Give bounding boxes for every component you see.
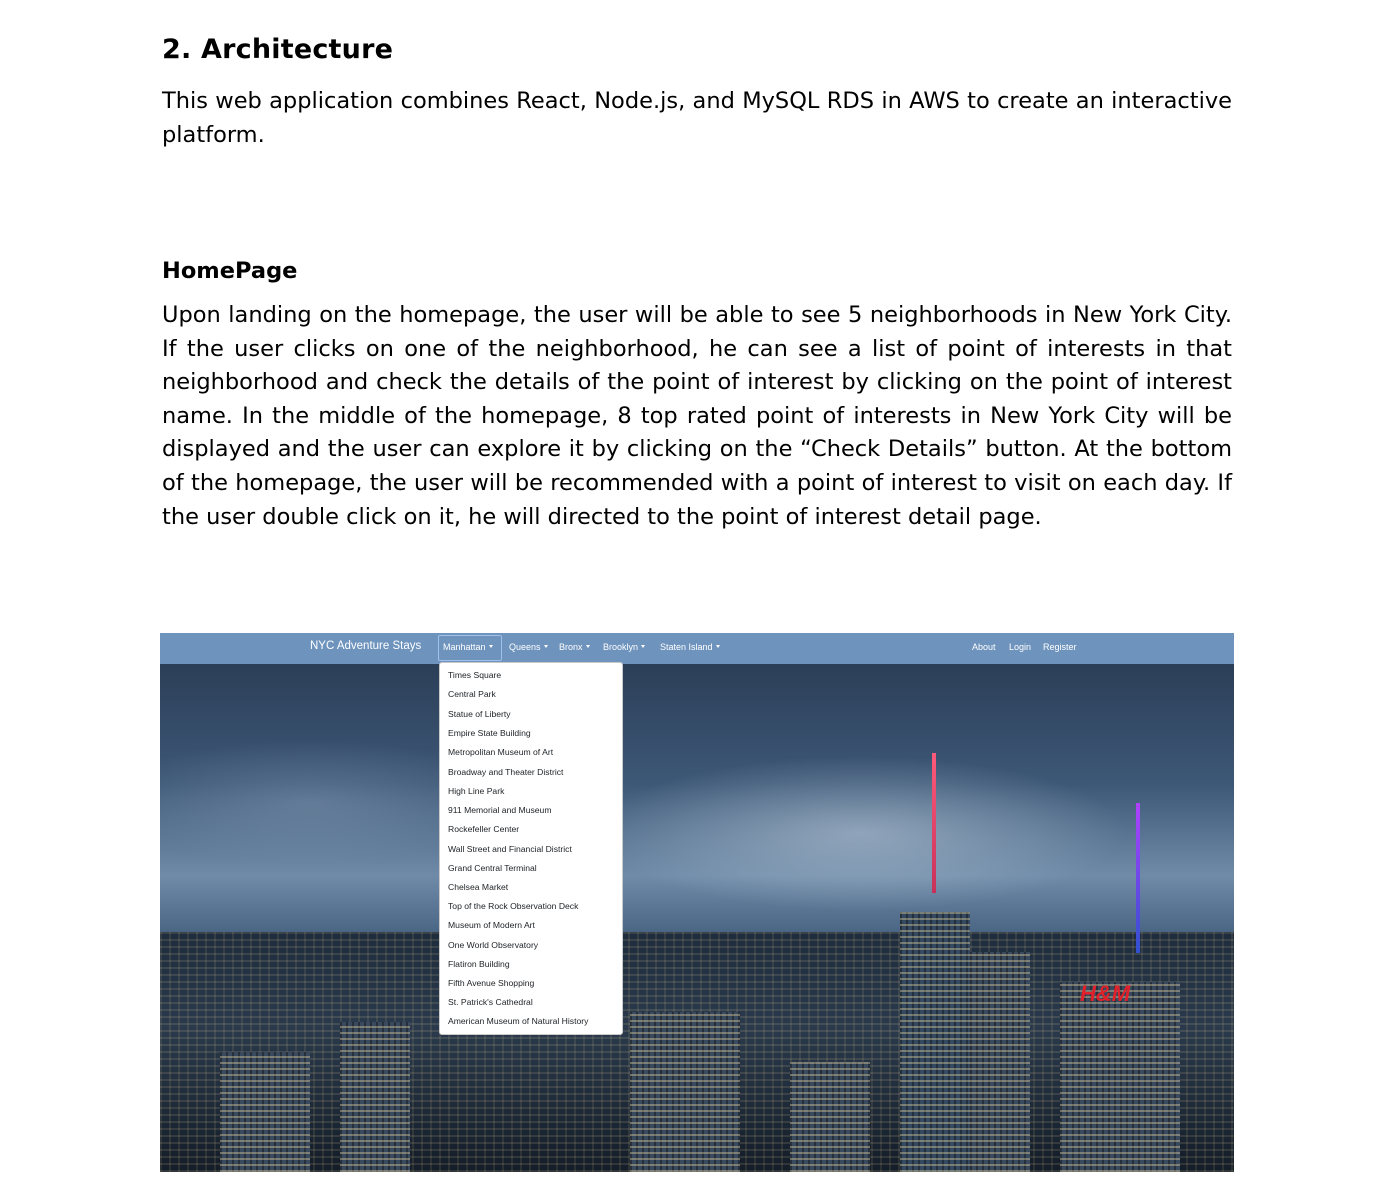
spire-light: [1136, 803, 1140, 953]
building: [220, 1052, 310, 1172]
brand-link[interactable]: NYC Adventure Stays: [310, 640, 421, 652]
building: [900, 912, 970, 1172]
nav-link-about[interactable]: About: [972, 642, 996, 652]
dropdown-item[interactable]: 911 Memorial and Museum: [448, 805, 552, 815]
building: [340, 1022, 410, 1172]
section-heading: 2. Architecture: [162, 34, 394, 65]
dropdown-item[interactable]: High Line Park: [448, 786, 504, 796]
nav-menu-manhattan[interactable]: Manhattan: [443, 642, 493, 652]
store-sign: H&M: [1080, 981, 1131, 1006]
nav-menu-label: Staten Island: [660, 642, 713, 652]
nav-menu-bronx[interactable]: Bronx: [559, 642, 590, 652]
dropdown-item[interactable]: Grand Central Terminal: [448, 863, 537, 873]
homepage-heading: HomePage: [162, 258, 298, 284]
dropdown-item[interactable]: Broadway and Theater District: [448, 767, 563, 777]
nav-menu-label: Manhattan: [443, 642, 486, 652]
caret-down-icon: [715, 645, 720, 648]
dropdown-item[interactable]: One World Observatory: [448, 940, 538, 950]
homepage-screenshot: H&M NYC Adventure Stays Manhattan Queens…: [160, 633, 1234, 1172]
nav-menu-label: Bronx: [559, 642, 583, 652]
building: [790, 1062, 870, 1172]
nav-menu-label: Brooklyn: [603, 642, 639, 652]
dropdown-item[interactable]: Empire State Building: [448, 728, 531, 738]
dropdown-item[interactable]: Times Square: [448, 670, 501, 680]
dropdown-item[interactable]: American Museum of Natural History: [448, 1016, 588, 1026]
manhattan-dropdown-menu: Times Square Central Park Statue of Libe…: [439, 662, 623, 1035]
nav-menu-brooklyn[interactable]: Brooklyn: [603, 642, 646, 652]
dropdown-item[interactable]: Wall Street and Financial District: [448, 844, 572, 854]
nav-menu-label: Queens: [509, 642, 541, 652]
caret-down-icon: [641, 645, 646, 648]
dropdown-item[interactable]: Central Park: [448, 689, 496, 699]
nav-link-login[interactable]: Login: [1009, 642, 1031, 652]
dropdown-item[interactable]: Top of the Rock Observation Deck: [448, 901, 578, 911]
caret-down-icon: [543, 645, 548, 648]
dropdown-item[interactable]: Flatiron Building: [448, 959, 510, 969]
nav-menu-staten-island[interactable]: Staten Island: [660, 642, 720, 652]
dropdown-item[interactable]: Fifth Avenue Shopping: [448, 978, 534, 988]
building: [970, 952, 1030, 1172]
intro-paragraph: This web application combines React, Nod…: [162, 88, 1232, 148]
dropdown-item[interactable]: Metropolitan Museum of Art: [448, 747, 553, 757]
building: [630, 1012, 740, 1172]
caret-down-icon: [585, 645, 590, 648]
nav-link-register[interactable]: Register: [1043, 642, 1077, 652]
nav-menu-queens[interactable]: Queens: [509, 642, 548, 652]
dropdown-item[interactable]: St. Patrick's Cathedral: [448, 997, 533, 1007]
dropdown-item[interactable]: Museum of Modern Art: [448, 920, 535, 930]
navbar: NYC Adventure Stays Manhattan Queens Bro…: [160, 633, 1234, 664]
building: [1060, 982, 1180, 1172]
homepage-description: Upon landing on the homepage, the user w…: [162, 302, 1232, 530]
dropdown-item[interactable]: Rockefeller Center: [448, 824, 519, 834]
dropdown-item[interactable]: Statue of Liberty: [448, 709, 511, 719]
spire-light: [932, 753, 936, 893]
dropdown-item[interactable]: Chelsea Market: [448, 882, 508, 892]
caret-down-icon: [488, 645, 493, 648]
